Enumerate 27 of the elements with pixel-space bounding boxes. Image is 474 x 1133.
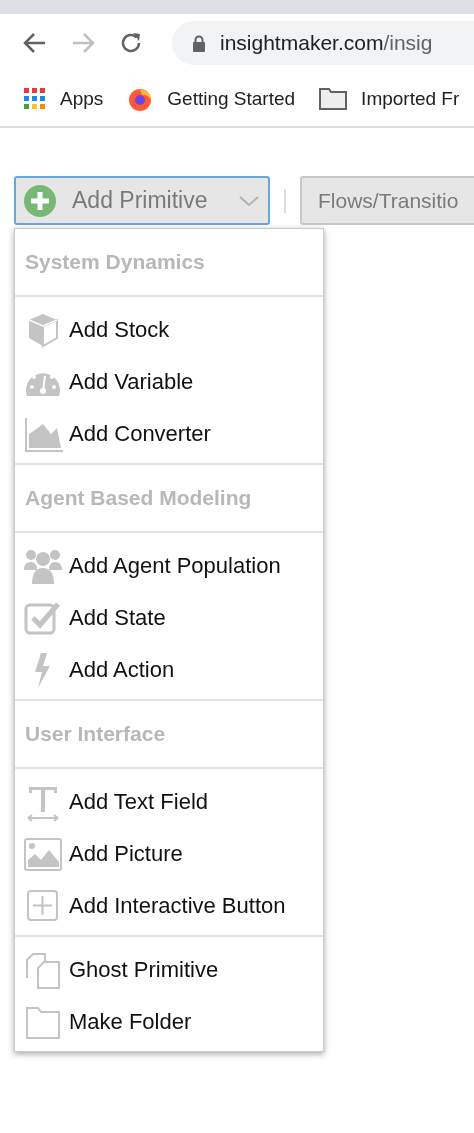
address-bar[interactable]: insightmaker.com/insig [172,21,474,65]
menu-item[interactable]: Add Variable [15,356,323,408]
caret-icon [238,193,260,208]
bookmark-link[interactable]: Imported Fr [319,88,460,110]
apps-grid-icon [24,88,46,110]
plus-circle-icon [24,184,56,217]
bookmark-link[interactable]: Getting Started [127,86,296,112]
menu-item[interactable]: Add Converter [15,408,323,460]
lock-icon [192,34,206,52]
menu-item[interactable]: Add State [15,592,323,644]
bookmark-link[interactable]: Apps [24,88,104,110]
menu-item[interactable]: Ghost Primitive [15,944,323,996]
menu-heading: System Dynamics [15,229,323,297]
folder-icon [319,88,348,110]
browser-logo-icon [127,86,154,112]
copy-icon [23,950,63,990]
menu-heading: User Interface [15,701,323,769]
menu-heading: Agent Based Modeling [15,465,323,533]
menu-item[interactable]: Add Interactive Button [15,880,323,932]
url-path: /insig [383,31,433,55]
menu-item[interactable]: Add Agent Population [15,540,323,592]
url-host: insightmaker.com [220,31,384,55]
menu-item[interactable]: Add Action [15,644,323,696]
menu-item[interactable]: Add Stock [15,304,323,356]
menu-item[interactable]: Make Folder [15,996,323,1048]
menu-item[interactable]: Add Picture [15,828,323,880]
menu-item[interactable]: Add Text Field [15,776,323,828]
